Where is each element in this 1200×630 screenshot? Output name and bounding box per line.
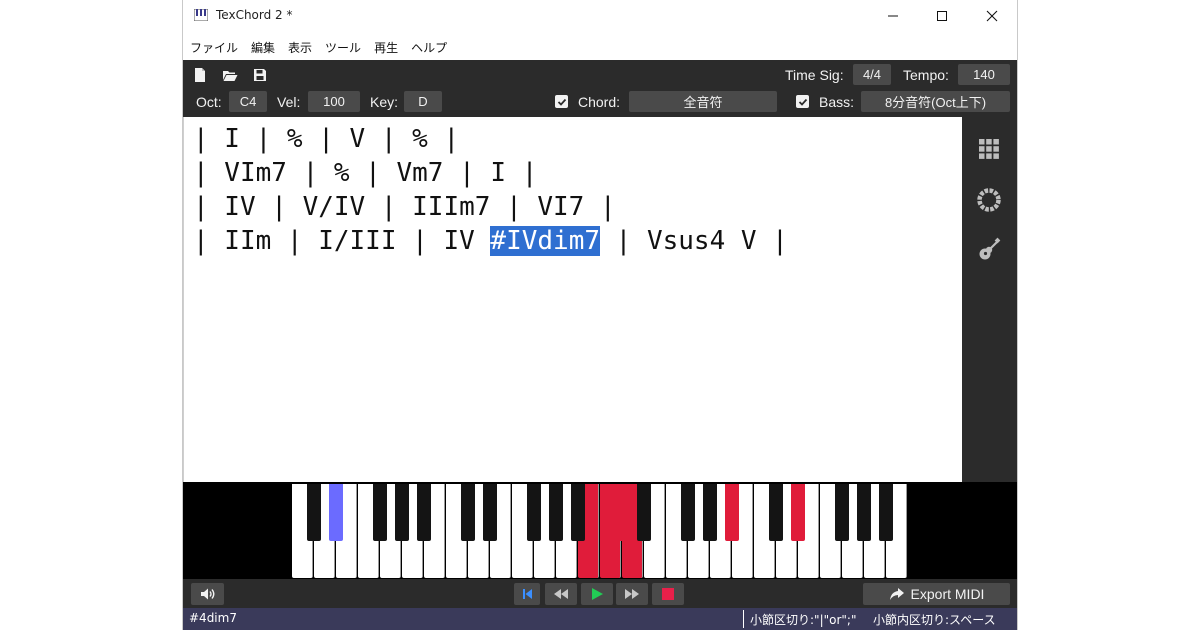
volume-icon <box>200 588 214 600</box>
window-title: TexChord 2 * <box>216 8 293 22</box>
status-divider <box>743 610 744 628</box>
key-label: Key: <box>370 94 399 110</box>
checkmark-icon <box>798 98 807 106</box>
piano-keys <box>292 484 908 578</box>
toolbar: Time Sig: 4/4 Tempo: 140 Oct: C4 Vel: 10… <box>183 60 1017 117</box>
editor-line: | I | % | V | % | <box>193 124 460 154</box>
oct-label: Oct: <box>196 94 222 110</box>
close-button[interactable] <box>969 0 1015 32</box>
time-sig-field[interactable]: 4/4 <box>853 64 891 85</box>
black-key[interactable] <box>461 484 475 541</box>
guitar-icon[interactable] <box>976 237 1002 263</box>
skip-to-start-icon <box>523 589 532 599</box>
black-key[interactable] <box>329 484 343 541</box>
black-key[interactable] <box>549 484 563 541</box>
oct-field[interactable]: C4 <box>229 91 267 112</box>
app-window: TexChord 2 * ファイル 編集 表示 ツール 再生 ヘルプ Time … <box>183 0 1017 630</box>
key-field[interactable]: D <box>404 91 442 112</box>
rewind-icon <box>554 589 568 599</box>
bass-checkbox[interactable] <box>796 95 809 108</box>
black-key[interactable] <box>527 484 541 541</box>
vel-label: Vel: <box>277 94 301 110</box>
chord-pattern-select[interactable]: 全音符 <box>629 91 777 112</box>
close-icon <box>986 10 998 22</box>
black-key[interactable] <box>483 484 497 541</box>
menu-view[interactable]: 表示 <box>288 39 312 56</box>
chord-checkbox[interactable] <box>555 95 568 108</box>
menu-tools[interactable]: ツール <box>325 39 361 56</box>
editor-line: | IV | V/IV | IIIm7 | VI7 | <box>193 192 616 222</box>
minimize-button[interactable] <box>870 0 916 32</box>
rewind-button[interactable] <box>545 583 577 605</box>
grid-icon[interactable] <box>976 136 1002 162</box>
editor-text: | Vsus4 V | <box>600 226 788 256</box>
chord-editor[interactable]: | I | % | V | % | | VIm7 | % | Vm7 | I |… <box>183 117 961 482</box>
black-key[interactable] <box>835 484 849 541</box>
maximize-icon <box>937 11 947 21</box>
editor-line: | IIm | I/III | IV #IVdim7 | Vsus4 V | <box>193 224 788 258</box>
black-key[interactable] <box>791 484 805 541</box>
menu-file[interactable]: ファイル <box>190 39 238 56</box>
stop-button[interactable] <box>652 583 684 605</box>
new-file-icon[interactable] <box>192 67 208 83</box>
bass-label: Bass: <box>819 94 855 110</box>
save-icon[interactable] <box>252 67 268 83</box>
black-key[interactable] <box>373 484 387 541</box>
black-key[interactable] <box>769 484 783 541</box>
black-key[interactable] <box>615 484 629 541</box>
stop-icon <box>662 588 674 600</box>
checkmark-icon <box>557 98 566 106</box>
play-button[interactable] <box>581 583 613 605</box>
status-current-chord: #4dim7 <box>189 611 237 625</box>
editor-text: | IIm | I/III | IV <box>193 226 491 256</box>
menu-play[interactable]: 再生 <box>374 39 398 56</box>
tempo-label: Tempo: <box>903 67 949 83</box>
export-midi-button[interactable]: Export MIDI <box>863 583 1010 605</box>
editor-line: | VIm7 | % | Vm7 | I | <box>193 158 538 188</box>
bass-pattern-select[interactable]: 8分音符(Oct上下) <box>861 91 1010 112</box>
volume-button[interactable] <box>191 583 224 605</box>
selected-chord: #IVdim7 <box>490 226 600 256</box>
share-arrow-icon <box>889 588 904 600</box>
open-folder-icon[interactable] <box>222 67 238 83</box>
status-hint-measure: 小節区切り:"|"or";" <box>750 613 857 627</box>
go-to-start-button[interactable] <box>514 583 540 605</box>
side-panel <box>962 117 1017 482</box>
maximize-button[interactable] <box>919 0 965 32</box>
minimize-icon <box>888 15 898 17</box>
circle-of-fifths-icon[interactable] <box>976 187 1002 213</box>
menu-bar: ファイル 編集 表示 ツール 再生 ヘルプ <box>183 35 1017 59</box>
piano-keyboard <box>183 482 1017 579</box>
status-bar: #4dim7 小節区切り:"|"or";" 小節内区切り:スペース <box>183 608 1017 630</box>
chord-label: Chord: <box>578 94 621 110</box>
black-key[interactable] <box>725 484 739 541</box>
tempo-field[interactable]: 140 <box>958 64 1010 85</box>
black-key[interactable] <box>637 484 651 541</box>
black-key[interactable] <box>571 484 585 541</box>
black-key[interactable] <box>395 484 409 541</box>
black-key[interactable] <box>681 484 695 541</box>
menu-help[interactable]: ヘルプ <box>411 39 447 56</box>
black-key[interactable] <box>417 484 431 541</box>
black-key[interactable] <box>857 484 871 541</box>
title-bar[interactable]: TexChord 2 * <box>183 0 1017 32</box>
export-midi-label: Export MIDI <box>910 586 985 602</box>
black-key[interactable] <box>703 484 717 541</box>
vel-field[interactable]: 100 <box>308 91 360 112</box>
fast-forward-icon <box>625 589 639 599</box>
status-hint-inner: 小節内区切り:スペース <box>873 613 996 627</box>
black-key[interactable] <box>307 484 321 541</box>
menu-edit[interactable]: 編集 <box>251 39 275 56</box>
play-icon <box>592 588 603 600</box>
time-sig-label: Time Sig: <box>785 67 844 83</box>
app-logo-icon <box>194 9 208 21</box>
black-key[interactable] <box>879 484 893 541</box>
transport-bar: Export MIDI <box>183 579 1017 608</box>
fast-forward-button[interactable] <box>616 583 648 605</box>
